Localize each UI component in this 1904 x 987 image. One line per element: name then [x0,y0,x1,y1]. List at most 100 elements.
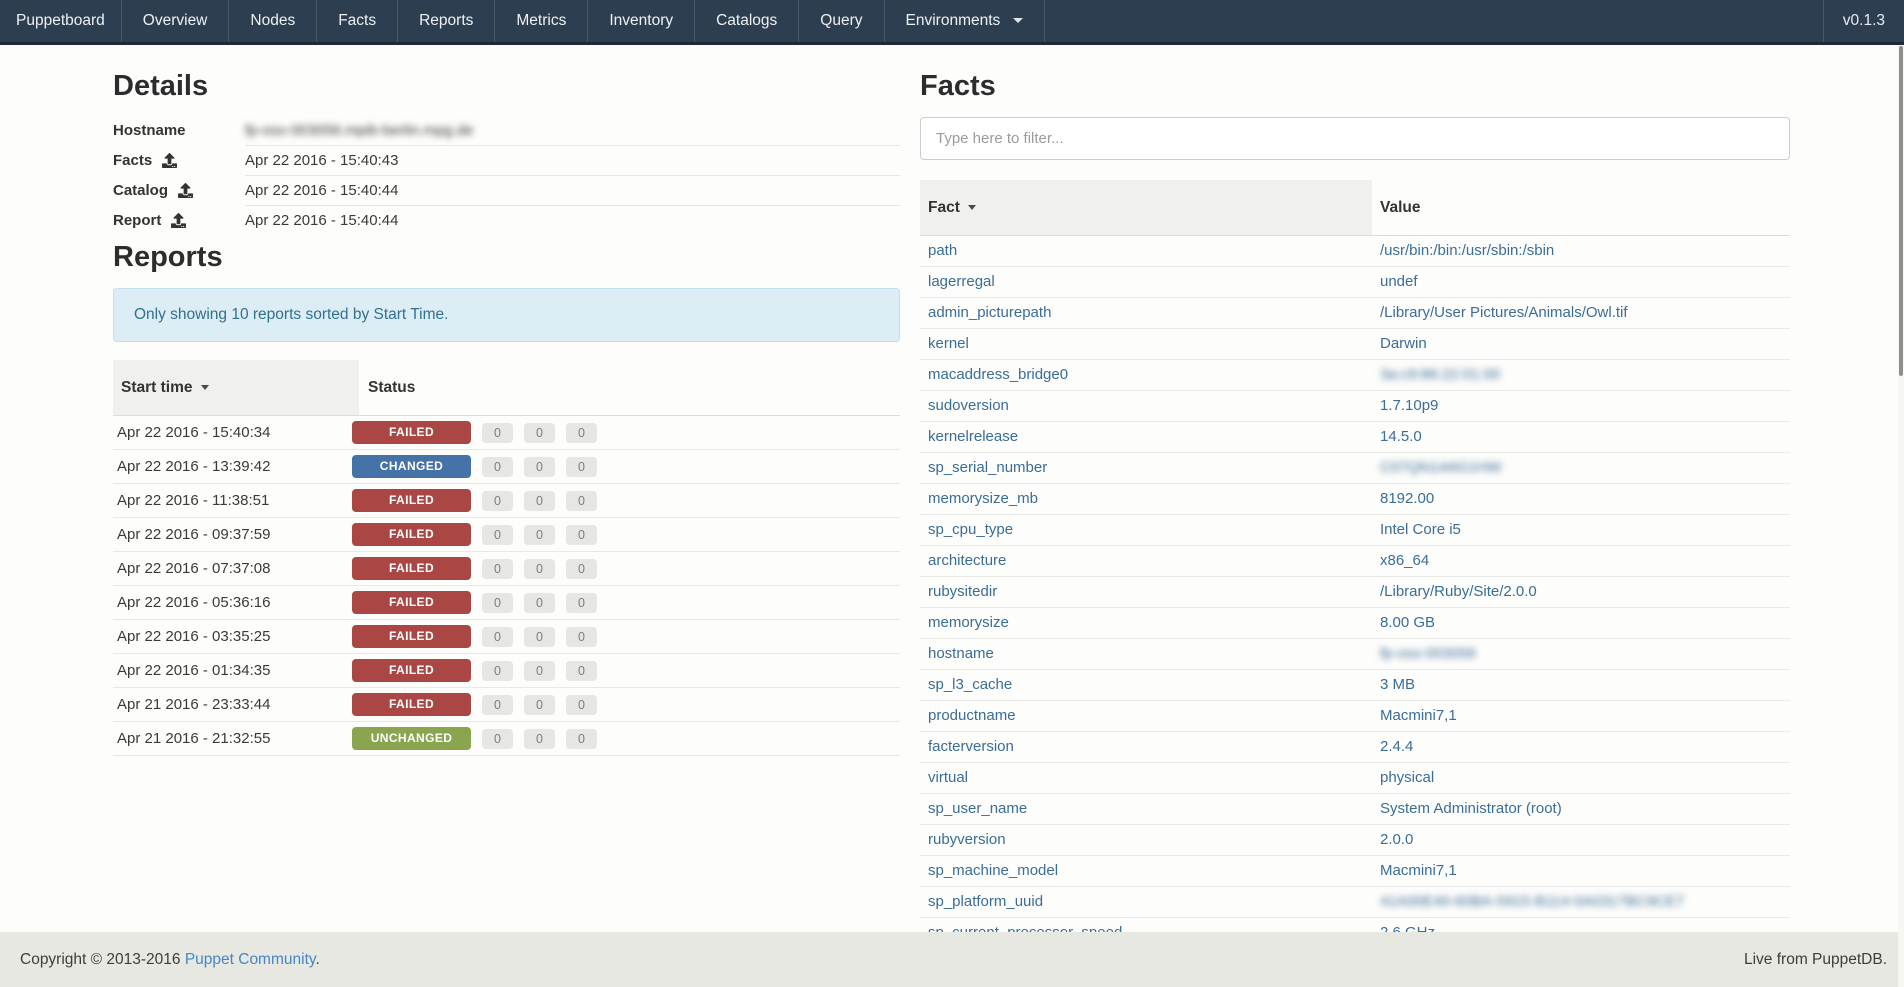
report-start-time: Apr 22 2016 - 15:40:34 [113,424,347,441]
fact-name-link[interactable]: path [920,236,1372,266]
fact-value-link[interactable]: Macmini7,1 [1372,701,1790,731]
scrollbar-track[interactable] [1898,45,1904,987]
fact-value-link[interactable]: fp-osx-003056 [1372,639,1790,669]
fact-name-link[interactable]: productname [920,701,1372,731]
fact-value-link[interactable]: /Library/User Pictures/Animals/Owl.tif [1372,298,1790,328]
fact-name-link[interactable]: rubyversion [920,825,1372,855]
column-header-start-time[interactable]: Start time [113,360,359,415]
fact-value-link[interactable]: /Library/Ruby/Site/2.0.0 [1372,577,1790,607]
report-row[interactable]: Apr 22 2016 - 09:37:59FAILED000 [113,518,900,552]
fact-value-link[interactable]: 14.5.0 [1372,422,1790,452]
fact-name-link[interactable]: memorysize_mb [920,484,1372,514]
details-label-text: Catalog [113,182,168,199]
report-row[interactable]: Apr 22 2016 - 13:39:42CHANGED000 [113,450,900,484]
fact-value-link[interactable]: 41A00E40-60BA-5915-B114-0A0317BC9CE7 [1372,887,1790,917]
info-alert: Only showing 10 reports sorted by Start … [113,288,900,342]
column-header-start-time-label: Start time [121,379,193,397]
fact-value-link[interactable]: C07QN1A6G1HW [1372,453,1790,483]
fact-name-link[interactable]: kernelrelease [920,422,1372,452]
nav-inventory[interactable]: Inventory [588,0,695,42]
nav-metrics[interactable]: Metrics [495,0,588,42]
report-status-badge: UNCHANGED [352,727,471,750]
fact-name-link[interactable]: hostname [920,639,1372,669]
puppet-community-link[interactable]: Puppet Community [185,951,316,968]
fact-name-link[interactable]: sp_user_name [920,794,1372,824]
facts-filter-input[interactable] [920,117,1790,160]
count-badge: 0 [566,729,597,749]
nav-environments[interactable]: Environments [885,0,1045,42]
reports-table: Start time Status Apr 22 2016 - 15:40:34… [113,360,900,756]
report-row[interactable]: Apr 22 2016 - 03:35:25FAILED000 [113,620,900,654]
fact-value-link[interactable]: Intel Core i5 [1372,515,1790,545]
navbar-items: OverviewNodesFactsReportsMetricsInventor… [122,0,885,42]
fact-name-link[interactable]: rubysitedir [920,577,1372,607]
count-badge: 0 [524,423,555,443]
count-badge: 0 [524,491,555,511]
fact-value-link[interactable]: 2.4.4 [1372,732,1790,762]
fact-name-link[interactable]: virtual [920,763,1372,793]
fact-row: facterversion2.4.4 [920,732,1790,763]
fact-name-link[interactable]: lagerregal [920,267,1372,297]
fact-name-link[interactable]: sp_l3_cache [920,670,1372,700]
fact-name-link[interactable]: sudoversion [920,391,1372,421]
footer: Copyright © 2013-2016 Puppet Community. … [0,932,1904,987]
node-details-panel: Details Hostnamefp-osx-003056.mpib-berli… [113,45,900,756]
fact-row: memorysize_mb8192.00 [920,484,1790,515]
details-row: Catalog Apr 22 2016 - 15:40:44 [113,175,900,205]
fact-value-link[interactable]: x86_64 [1372,546,1790,576]
details-label: Catalog [113,182,245,199]
report-status-cell: FAILED000 [347,523,597,546]
fact-name-link[interactable]: sp_platform_uuid [920,887,1372,917]
fact-name-link[interactable]: sp_serial_number [920,453,1372,483]
fact-name-link[interactable]: admin_picturepath [920,298,1372,328]
nav-facts[interactable]: Facts [317,0,398,42]
fact-value-link[interactable]: Macmini7,1 [1372,856,1790,886]
upload-icon[interactable] [162,153,177,168]
nav-catalogs[interactable]: Catalogs [695,0,799,42]
fact-value-link[interactable]: System Administrator (root) [1372,794,1790,824]
details-value: fp-osx-003056.mpib-berlin.mpg.de [245,115,900,145]
details-label: Hostname [113,122,245,139]
fact-name-link[interactable]: memorysize [920,608,1372,638]
fact-value-link[interactable]: /usr/bin:/bin:/usr/sbin:/sbin [1372,236,1790,266]
report-row[interactable]: Apr 22 2016 - 11:38:51FAILED000 [113,484,900,518]
fact-name-link[interactable]: macaddress_bridge0 [920,360,1372,390]
report-row[interactable]: Apr 21 2016 - 23:33:44FAILED000 [113,688,900,722]
nav-overview[interactable]: Overview [122,0,230,42]
fact-name-link[interactable]: sp_cpu_type [920,515,1372,545]
nav-query[interactable]: Query [799,0,884,42]
count-badge: 0 [566,559,597,579]
column-header-fact[interactable]: Fact [920,180,1372,235]
nav-reports[interactable]: Reports [398,0,495,42]
fact-row: sp_serial_numberC07QN1A6G1HW [920,453,1790,484]
count-badge: 0 [482,525,513,545]
fact-name-link[interactable]: sp_machine_model [920,856,1372,886]
scrollbar-thumb[interactable] [1899,46,1903,376]
fact-name-link[interactable]: kernel [920,329,1372,359]
fact-name-link[interactable]: facterversion [920,732,1372,762]
fact-value-link[interactable]: 2.0.0 [1372,825,1790,855]
report-row[interactable]: Apr 22 2016 - 01:34:35FAILED000 [113,654,900,688]
fact-value-link[interactable]: 8192.00 [1372,484,1790,514]
nav-nodes[interactable]: Nodes [229,0,317,42]
fact-value-link[interactable]: physical [1372,763,1790,793]
report-row[interactable]: Apr 22 2016 - 05:36:16FAILED000 [113,586,900,620]
fact-value-link[interactable]: 1.7.10p9 [1372,391,1790,421]
upload-icon[interactable] [171,213,186,228]
report-row[interactable]: Apr 21 2016 - 21:32:55UNCHANGED000 [113,722,900,756]
fact-row: rubyversion2.0.0 [920,825,1790,856]
report-status-badge: FAILED [352,625,471,648]
upload-icon[interactable] [178,183,193,198]
fact-value-link[interactable]: Darwin [1372,329,1790,359]
report-row[interactable]: Apr 22 2016 - 15:40:34FAILED000 [113,416,900,450]
report-status-badge: CHANGED [352,455,471,478]
fact-value-link[interactable]: 3a:c9:86:22:01:00 [1372,360,1790,390]
fact-value-link[interactable]: undef [1372,267,1790,297]
navbar-brand[interactable]: Puppetboard [0,0,122,42]
report-row[interactable]: Apr 22 2016 - 07:37:08FAILED000 [113,552,900,586]
fact-value-link[interactable]: 8.00 GB [1372,608,1790,638]
report-start-time: Apr 22 2016 - 07:37:08 [113,560,347,577]
fact-name-link[interactable]: architecture [920,546,1372,576]
puppetdb-status: Live from PuppetDB. [1744,951,1887,969]
fact-value-link[interactable]: 3 MB [1372,670,1790,700]
